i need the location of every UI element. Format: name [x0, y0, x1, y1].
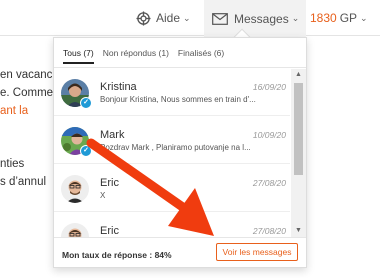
- help-menu[interactable]: Aide ⌄: [136, 0, 191, 36]
- message-date: 16/09/20: [252, 82, 286, 92]
- user-photo-icon: [61, 175, 89, 203]
- verified-check-icon: ✓: [80, 97, 92, 109]
- message-filter-tabs: Tous (7) Non répondus (1) Finalisés (6): [54, 38, 306, 68]
- background-text-line: e. Comme: [0, 87, 54, 99]
- scroll-up-arrow-icon[interactable]: ▲: [291, 69, 306, 81]
- message-date: 27/08/20: [252, 178, 286, 188]
- message-date: 27/08/20: [252, 226, 286, 236]
- user-photo-icon: [61, 223, 89, 237]
- tab-label: Non répondus: [102, 47, 157, 58]
- response-rate: Mon taux de réponse : 84%: [62, 250, 172, 260]
- messages-footer: Mon taux de réponse : 84% Voir les messa…: [54, 237, 306, 267]
- help-label: Aide: [156, 11, 181, 25]
- credits-unit: GP: [339, 11, 358, 25]
- verified-check-icon: ✓: [80, 145, 92, 157]
- background-link[interactable]: ant la: [0, 105, 28, 117]
- messages-label: Messages: [234, 11, 289, 26]
- chevron-down-icon: ⌄: [360, 12, 368, 23]
- background-text-line: nties: [0, 158, 25, 170]
- tab-count: (6): [213, 47, 225, 58]
- message-item[interactable]: Eric 27/08/20 X: [54, 165, 290, 212]
- sender-name: Kristina: [100, 81, 137, 93]
- envelope-icon: [212, 12, 228, 25]
- message-item[interactable]: Eric 27/08/20: [54, 213, 290, 237]
- message-list: ✓ Kristina 16/09/20 Bonjour Kristina, No…: [54, 69, 290, 237]
- message-date: 10/09/20: [252, 130, 286, 140]
- view-messages-button[interactable]: Voir les messages: [216, 243, 298, 261]
- avatar: ✓: [61, 79, 92, 109]
- tab-count: (7): [83, 47, 94, 58]
- message-list-scrollbar[interactable]: ▲ ▼: [291, 69, 306, 237]
- sender-name: Mark: [100, 129, 125, 141]
- tab-finalized[interactable]: Finalisés (6): [178, 48, 224, 58]
- message-preview: Pozdrav Mark , Planiramo putovanje na l.…: [100, 143, 251, 152]
- tab-all[interactable]: Tous (7): [63, 48, 94, 64]
- messages-dropdown: Tous (7) Non répondus (1) Finalisés (6) …: [53, 37, 307, 268]
- chevron-down-icon: ⌄: [183, 12, 191, 23]
- messages-menu[interactable]: Messages ⌄: [204, 0, 306, 37]
- message-preview: X: [100, 191, 106, 200]
- tab-unanswered[interactable]: Non répondus (1): [103, 48, 169, 58]
- avatar: ✓: [61, 127, 92, 157]
- scroll-down-arrow-icon[interactable]: ▼: [291, 225, 306, 237]
- background-text-line: s d’annul: [0, 176, 47, 188]
- top-navigation-bar: Aide ⌄ Messages ⌄ 1830 GP ⌄: [0, 0, 380, 37]
- background-text-line: en vacanc: [0, 69, 53, 81]
- tab-label: Tous: [63, 47, 81, 58]
- avatar: [61, 175, 89, 203]
- chevron-down-icon: ⌄: [291, 13, 300, 23]
- credits-value: 1830: [310, 11, 337, 25]
- message-item[interactable]: ✓ Kristina 16/09/20 Bonjour Kristina, No…: [54, 69, 290, 116]
- avatar: [61, 223, 89, 237]
- message-item[interactable]: ✓ Mark 10/09/20 Pozdrav Mark , Planiramo…: [54, 117, 290, 164]
- tab-count: (1): [158, 47, 169, 58]
- message-preview: Bonjour Kristina, Nous sommes en train d…: [100, 95, 256, 104]
- sender-name: Eric: [100, 177, 119, 189]
- scroll-thumb[interactable]: [294, 83, 303, 175]
- tab-label: Finalisés: [177, 47, 212, 58]
- lifebuoy-icon: [136, 10, 151, 26]
- credits-menu[interactable]: 1830 GP ⌄: [310, 0, 368, 36]
- sender-name: Eric: [100, 225, 119, 237]
